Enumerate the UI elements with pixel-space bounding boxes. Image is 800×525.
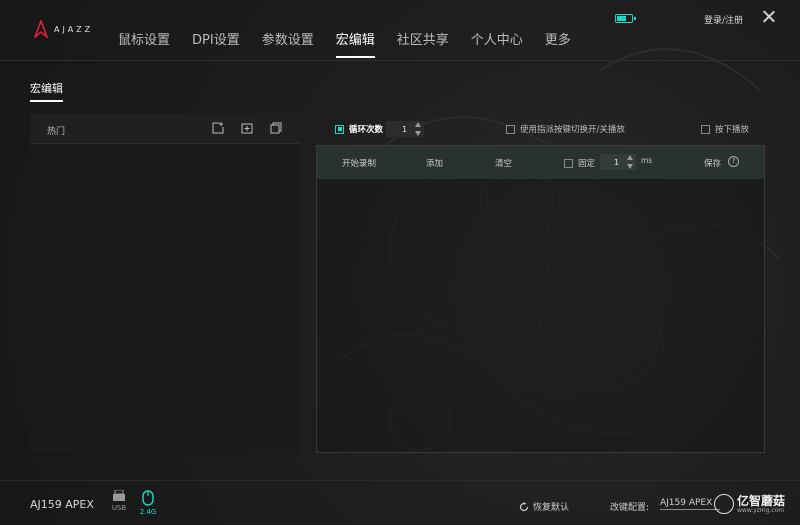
loop-count-checkbox[interactable] — [335, 124, 344, 134]
loop-count-value: 1 — [402, 124, 408, 134]
header: AJAZZ 鼠标设置 DPI设置 参数设置 宏编辑 社区共享 个人中心 更多 登… — [0, 0, 800, 60]
loop-count-label: 循环次数 — [349, 125, 384, 135]
nav-personal-center[interactable]: 个人中心 — [471, 29, 523, 58]
profile-label: 改键配置: — [610, 503, 650, 513]
fixed-delay-value: 1 — [614, 157, 620, 167]
fixed-delay-option[interactable]: 固定 — [564, 157, 595, 169]
press-play-checkbox[interactable] — [701, 124, 710, 134]
nav-dpi-settings[interactable]: DPI设置 — [192, 29, 240, 58]
save-button[interactable]: 保存 — [704, 157, 721, 169]
copy-icon[interactable] — [270, 122, 282, 134]
wireless-connection[interactable]: 2.4G — [138, 490, 158, 516]
macro-list-header: 热门 — [30, 114, 300, 144]
add-folder-icon[interactable] — [241, 122, 253, 134]
macro-editor-area[interactable]: 开始录制 添加 清空 固定 1 ms 保存 ? — [316, 145, 765, 453]
toggle-playback-option[interactable]: 使用指派按键切换开/关播放 — [506, 122, 625, 136]
nav-macro-editor[interactable]: 宏编辑 — [335, 29, 375, 58]
stepper-arrows-icon[interactable] — [627, 155, 634, 169]
device-name: AJ159 APEX — [30, 498, 94, 511]
macro-toolbar: 开始录制 添加 清空 固定 1 ms 保存 ? — [317, 146, 764, 179]
usb-icon — [113, 489, 125, 501]
wireless-label: 2.4G — [139, 508, 157, 516]
add-button[interactable]: 添加 — [426, 157, 443, 169]
delay-unit: ms — [641, 156, 653, 165]
close-icon[interactable] — [762, 9, 776, 23]
footer-divider — [0, 480, 800, 481]
fixed-delay-label: 固定 — [578, 159, 596, 169]
new-file-icon[interactable] — [212, 122, 224, 134]
macro-list-panel: 热门 — [30, 114, 300, 454]
stepper-arrows-icon[interactable] — [415, 122, 422, 136]
battery-icon — [615, 14, 636, 23]
page-title: 宏编辑 — [30, 80, 63, 102]
nav-parameter-settings[interactable]: 参数设置 — [262, 29, 314, 58]
watermark: 亿智蘑菇 www.yzmg.com — [714, 494, 785, 514]
logo-text: AJAZZ — [54, 24, 94, 34]
start-record-button[interactable]: 开始录制 — [342, 157, 376, 169]
toggle-playback-label: 使用指派按键切换开/关播放 — [520, 125, 625, 135]
nav-more[interactable]: 更多 — [545, 29, 571, 58]
brand-logo: AJAZZ — [34, 20, 93, 38]
press-play-option[interactable]: 按下播放 — [701, 122, 749, 136]
mouse-icon — [142, 490, 154, 506]
loop-count-option[interactable]: 循环次数 — [335, 122, 383, 136]
clear-button[interactable]: 清空 — [495, 157, 512, 169]
main-nav: 鼠标设置 DPI设置 参数设置 宏编辑 社区共享 个人中心 更多 — [118, 29, 593, 58]
usb-label: USB — [111, 504, 127, 512]
toggle-playback-checkbox[interactable] — [506, 124, 515, 134]
ajazz-logo-icon — [34, 20, 48, 38]
watermark-logo-icon — [714, 494, 734, 514]
help-icon[interactable]: ? — [728, 156, 739, 167]
usb-connection[interactable]: USB — [109, 489, 129, 512]
nav-community[interactable]: 社区共享 — [397, 29, 449, 58]
watermark-url: www.yzmg.com — [737, 506, 785, 514]
header-divider — [0, 60, 800, 61]
battery-level — [617, 16, 626, 21]
macro-list-title: 热门 — [47, 127, 66, 137]
watermark-text: 亿智蘑菇 — [737, 493, 786, 508]
restore-default-button[interactable]: 恢复默认 — [519, 500, 569, 513]
login-register-link[interactable]: 登录/注册 — [704, 13, 743, 26]
profile-select[interactable]: AJ159 APEX — [660, 498, 720, 510]
fixed-delay-stepper[interactable]: 1 — [600, 154, 636, 170]
nav-mouse-settings[interactable]: 鼠标设置 — [118, 29, 170, 58]
fixed-delay-checkbox[interactable] — [564, 158, 573, 168]
restore-default-label: 恢复默认 — [533, 503, 570, 513]
loop-count-stepper[interactable]: 1 — [386, 121, 424, 137]
press-play-label: 按下播放 — [715, 125, 750, 135]
refresh-icon — [519, 501, 529, 511]
